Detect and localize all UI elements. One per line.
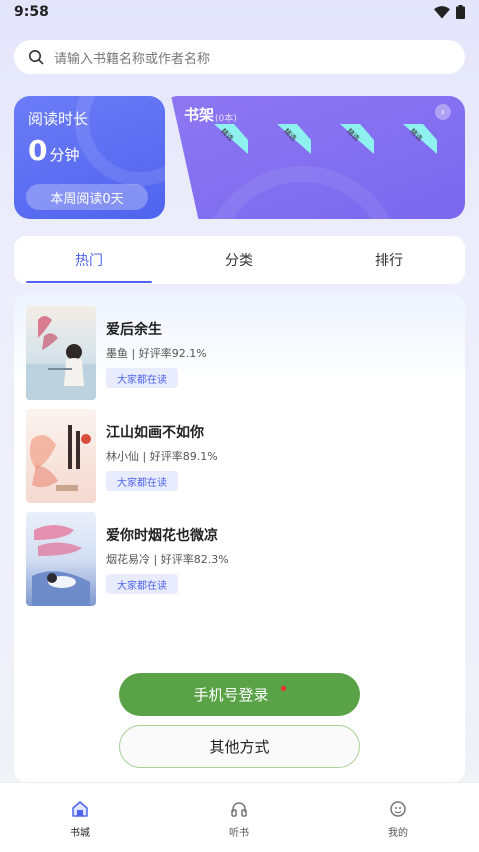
search-icon xyxy=(29,50,44,65)
book-meta: 墨鱼 | 好评率92.1% xyxy=(106,347,207,360)
book-cover[interactable] xyxy=(26,409,96,503)
shelf-tag: 精选 xyxy=(340,124,380,158)
reading-unit: 分钟 xyxy=(49,146,80,164)
profile-icon xyxy=(390,801,406,817)
nav-label: 我的 xyxy=(388,828,408,839)
nav-label: 听书 xyxy=(229,828,249,839)
search-input[interactable]: 请输入书籍名称或作者名称 xyxy=(14,40,465,74)
weekly-reading-button[interactable]: 本周阅读0天 xyxy=(26,184,148,210)
tab-category[interactable]: 分类 xyxy=(164,236,314,284)
book-title: 江山如画不如你 xyxy=(106,425,204,441)
reading-minutes: 0 xyxy=(28,134,48,167)
status-icons xyxy=(434,5,465,19)
phone-login-label: 手机号登录 xyxy=(193,686,269,704)
shelf-tag: 精选 xyxy=(277,124,317,158)
book-tag: 大家都在读 xyxy=(106,368,178,388)
nav-item-audiobooks[interactable]: 听书 xyxy=(194,783,284,852)
shelf-tag: 精选 xyxy=(403,124,443,158)
status-time: 9:58 xyxy=(14,4,49,20)
battery-icon xyxy=(456,5,465,19)
headphones-icon xyxy=(231,802,247,817)
book-cover[interactable] xyxy=(26,306,96,400)
bookshelf-title: 书架 xyxy=(184,106,215,124)
book-tag: 大家都在读 xyxy=(106,471,178,491)
bottom-nav: 书城 听书 我的 xyxy=(0,782,479,852)
book-cover[interactable] xyxy=(26,512,96,606)
reading-time-value: 0 分钟 xyxy=(28,134,80,167)
book-list-item[interactable]: 爱后余生 墨鱼 | 好评率92.1% 大家都在读 xyxy=(26,306,446,402)
search-placeholder: 请输入书籍名称或作者名称 xyxy=(54,51,211,67)
card-decoration xyxy=(75,96,165,186)
bookshelf-arrow-icon[interactable]: › xyxy=(435,104,451,120)
bookstore-icon xyxy=(72,801,88,817)
book-list-item[interactable]: 江山如画不如你 林小仙 | 好评率89.1% 大家都在读 xyxy=(26,409,446,505)
phone-login-button[interactable]: 手机号登录 xyxy=(119,673,360,716)
notification-dot xyxy=(280,686,286,691)
book-meta: 烟花易冷 | 好评率82.3% xyxy=(106,553,229,566)
book-meta: 林小仙 | 好评率89.1% xyxy=(106,450,218,463)
category-tabs: 热门 分类 排行 xyxy=(14,236,465,284)
wifi-icon xyxy=(434,5,450,18)
card-decoration xyxy=(202,166,402,219)
bookshelf-card[interactable]: 书架 (0本) › 精选 精选 精选 精选 xyxy=(171,96,465,219)
other-login-button[interactable]: 其他方式 xyxy=(119,725,360,768)
tab-hot[interactable]: 热门 xyxy=(14,236,164,284)
book-title: 爱你时烟花也微凉 xyxy=(106,528,218,544)
nav-item-profile[interactable]: 我的 xyxy=(353,783,443,852)
reading-time-card[interactable]: 阅读时长 0 分钟 本周阅读0天 xyxy=(14,96,165,219)
tab-ranking[interactable]: 排行 xyxy=(314,236,464,284)
bookshelf-count: (0本) xyxy=(215,114,237,124)
nav-label: 书城 xyxy=(70,828,90,839)
book-list-item[interactable]: 爱你时烟花也微凉 烟花易冷 | 好评率82.3% 大家都在读 xyxy=(26,512,446,608)
reading-time-title: 阅读时长 xyxy=(28,110,89,128)
book-title: 爱后余生 xyxy=(106,322,162,338)
nav-item-bookstore[interactable]: 书城 xyxy=(35,783,125,852)
status-bar: 9:58 xyxy=(0,0,479,26)
active-tab-indicator xyxy=(26,281,152,283)
shelf-tag: 精选 xyxy=(214,124,254,158)
book-tag: 大家都在读 xyxy=(106,574,178,594)
